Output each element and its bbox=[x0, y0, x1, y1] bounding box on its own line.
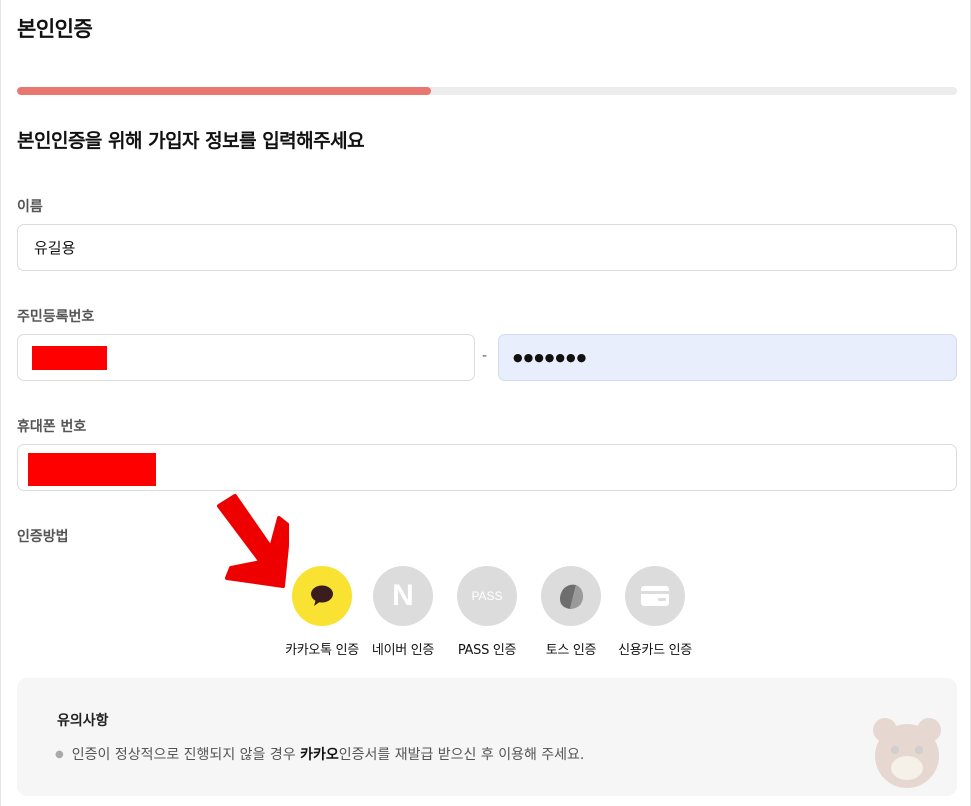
method-label: 네이버 인증 bbox=[371, 643, 435, 658]
notice-title: 유의사항 bbox=[57, 713, 109, 729]
progress-fill bbox=[17, 87, 431, 95]
phone-label: 휴대폰 번호 bbox=[17, 419, 87, 435]
redaction-box bbox=[32, 346, 107, 370]
credit-card-icon bbox=[625, 566, 685, 626]
rrn-separator: - bbox=[482, 348, 488, 364]
method-pass[interactable]: PASS PASS 인증 bbox=[442, 566, 532, 658]
name-value: 유길용 bbox=[34, 239, 76, 257]
notice-text: ● 인증이 정상적으로 진행되지 않을 경우 카카오인증서를 재발급 받으신 후 … bbox=[55, 747, 585, 763]
method-label: 토스 인증 bbox=[545, 643, 597, 658]
naver-icon: N bbox=[373, 566, 433, 626]
rrn-label: 주민등록번호 bbox=[17, 309, 95, 325]
method-label: PASS 인증 bbox=[457, 643, 517, 658]
method-label: 신용카드 인증 bbox=[618, 643, 692, 658]
form-heading: 본인인증을 위해 가입자 정보를 입력해주세요 bbox=[17, 130, 365, 152]
pass-icon: PASS bbox=[457, 566, 517, 626]
method-naver[interactable]: N 네이버 인증 bbox=[358, 566, 448, 658]
toss-icon bbox=[541, 566, 601, 626]
page-title: 본인인증 bbox=[17, 17, 93, 41]
method-label: 카카오톡 인증 bbox=[285, 643, 359, 658]
redaction-box bbox=[28, 453, 156, 486]
identity-verification-page: 본인인증 본인인증을 위해 가입자 정보를 입력해주세요 이름 유길용 주민등록… bbox=[0, 0, 971, 806]
rrn-back-input[interactable]: ●●●●●●● bbox=[498, 334, 957, 381]
phone-input[interactable] bbox=[17, 444, 957, 491]
method-toss[interactable]: 토스 인증 bbox=[526, 566, 616, 658]
method-credit-card[interactable]: 신용카드 인증 bbox=[610, 566, 700, 658]
auth-method-label: 인증방법 bbox=[17, 529, 69, 545]
notice-box: 유의사항 ● 인증이 정상적으로 진행되지 않을 경우 카카오인증서를 재발급 받… bbox=[17, 678, 957, 796]
name-input[interactable]: 유길용 bbox=[17, 224, 957, 271]
auth-method-list: 카카오톡 인증 N 네이버 인증 PASS PASS 인증 토스 인증 신용카드… bbox=[277, 566, 697, 658]
kakao-talk-icon bbox=[292, 566, 352, 626]
name-label: 이름 bbox=[17, 199, 43, 215]
progress-bar bbox=[17, 87, 957, 95]
bear-mascot-icon bbox=[873, 718, 941, 788]
method-kakao[interactable]: 카카오톡 인증 bbox=[277, 566, 367, 658]
bullet-icon: ● bbox=[55, 749, 64, 760]
rrn-back-masked-value: ●●●●●●● bbox=[513, 351, 588, 364]
